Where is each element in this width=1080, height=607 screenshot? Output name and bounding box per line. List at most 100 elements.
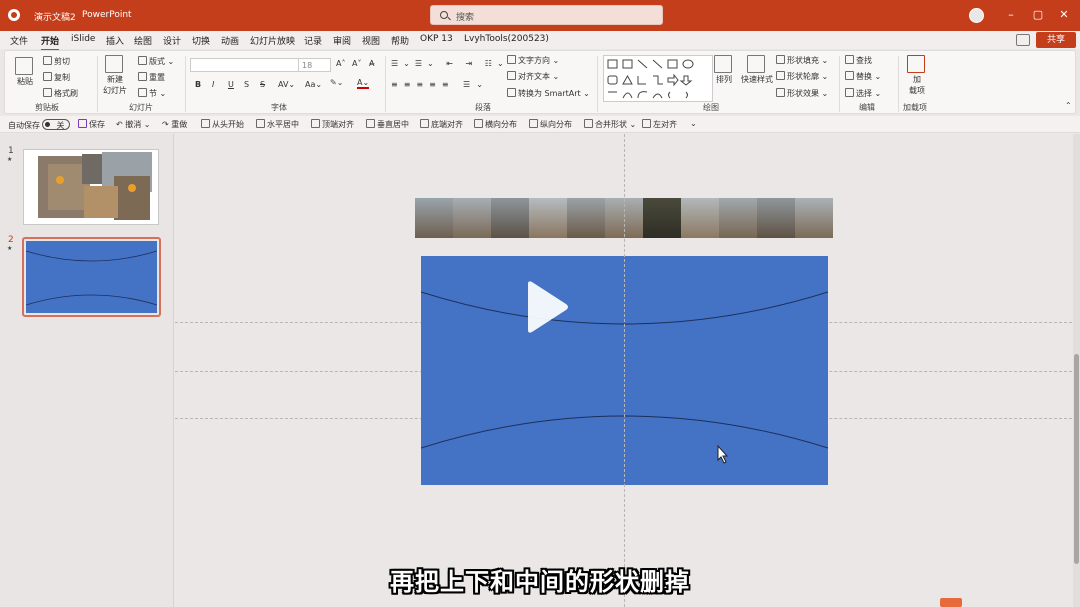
font-color-icon[interactable]: A⌄: [357, 78, 370, 89]
video-subtitle: 再把上下和中间的形状删掉: [390, 568, 690, 596]
shape-effects-button[interactable]: 形状效果 ⌄: [776, 88, 828, 99]
arrange-button[interactable]: 排列: [714, 55, 734, 85]
customize-qat-icon[interactable]: ⌄: [690, 119, 697, 128]
bottom-align-button[interactable]: 底端对齐: [420, 119, 463, 130]
group-label-addins: 加载项: [903, 103, 927, 112]
tab-animations[interactable]: 动画: [221, 34, 239, 47]
minimize-button[interactable]: –: [1004, 8, 1018, 22]
cut-button[interactable]: 剪切: [43, 56, 70, 67]
tab-record[interactable]: 记录: [304, 34, 322, 47]
align-icons[interactable]: ≡≡≡≡≡ ☰⌄: [391, 80, 489, 89]
outline-icon: [776, 71, 785, 80]
tab-design[interactable]: 设计: [163, 34, 181, 47]
paste-button[interactable]: 粘贴: [15, 57, 35, 87]
tab-lvyhtools[interactable]: LvyhTools(200523): [464, 34, 549, 44]
bold-button[interactable]: B: [195, 80, 201, 89]
h-distribute-button[interactable]: 横向分布: [474, 119, 517, 130]
quick-styles-button[interactable]: 快速样式: [741, 55, 773, 85]
italic-button[interactable]: I: [212, 80, 214, 89]
tab-review[interactable]: 审阅: [333, 34, 351, 47]
group-label-clipboard: 剪贴板: [35, 103, 59, 112]
v-center-button[interactable]: 垂直居中: [366, 119, 409, 130]
tab-insert[interactable]: 插入: [106, 34, 124, 47]
select-button[interactable]: 选择 ⌄: [845, 88, 881, 99]
user-avatar[interactable]: [969, 8, 984, 23]
change-case-icon[interactable]: Aa⌄: [305, 80, 322, 89]
maximize-button[interactable]: ▢: [1031, 8, 1045, 22]
decrease-font-icon[interactable]: A˅: [352, 59, 361, 68]
addins-button[interactable]: 加载项: [907, 55, 927, 96]
smartart-button[interactable]: 转换为 SmartArt ⌄: [507, 88, 590, 99]
share-button[interactable]: 共享: [1036, 32, 1076, 48]
toggle-switch-icon: [42, 119, 70, 130]
tab-transitions[interactable]: 切换: [192, 34, 210, 47]
vertical-scrollbar[interactable]: [1073, 134, 1080, 607]
strikethrough-button[interactable]: S: [260, 80, 265, 89]
copy-button[interactable]: 复制: [43, 72, 70, 83]
shadow-button[interactable]: S: [244, 80, 249, 89]
quick-access-toolbar: 自动保存 关 保存 ↶ 撤消 ⌄ ↷ 重做 从头开始 水平居中 顶端对齐 垂直居…: [0, 116, 1080, 133]
clear-format-icon[interactable]: A̶: [369, 59, 374, 68]
title-bar: 演示文稿2 PowerPoint 搜索 – ▢ ✕: [0, 0, 1080, 31]
effects-icon: [776, 88, 785, 97]
h-center-button[interactable]: 水平居中: [256, 119, 299, 130]
merge-shapes-button[interactable]: 合并形状 ⌄: [584, 119, 636, 130]
search-box[interactable]: 搜索: [430, 5, 663, 25]
slide-star-icon: ★: [7, 245, 13, 252]
text-direction-button[interactable]: 文字方向 ⌄: [507, 55, 559, 66]
tab-view[interactable]: 视图: [362, 34, 380, 47]
ribbon-divider: [385, 56, 386, 112]
collapse-ribbon-icon[interactable]: ⌃: [1065, 101, 1072, 110]
slide-number-1: 1: [8, 146, 14, 156]
layout-button[interactable]: 版式 ⌄: [138, 56, 174, 67]
quick-styles-icon: [747, 55, 765, 73]
list-icons[interactable]: ☰⌄☰⌄ ⇤ ⇥ ☷⌄: [391, 59, 509, 68]
tab-slideshow[interactable]: 幻灯片放映: [250, 34, 295, 47]
shapes-gallery-icons: [607, 59, 694, 99]
font-size-select[interactable]: 18: [298, 58, 331, 72]
format-painter-button[interactable]: 格式刷: [43, 88, 78, 99]
left-align-icon: [642, 119, 651, 128]
highlight-icon[interactable]: ✎⌄: [330, 78, 343, 87]
play-icon[interactable]: [524, 280, 570, 334]
tab-home[interactable]: 开始: [41, 34, 60, 51]
replace-button[interactable]: 替换 ⌄: [845, 71, 881, 82]
increase-font-icon[interactable]: A˄: [336, 59, 345, 68]
shapes-gallery[interactable]: [603, 55, 713, 102]
ribbon-divider: [97, 56, 98, 112]
save-icon: [78, 119, 87, 128]
select-icon: [845, 88, 854, 97]
font-family-select[interactable]: [190, 58, 299, 72]
v-distribute-button[interactable]: 纵向分布: [529, 119, 572, 130]
tab-islide[interactable]: iSlide: [71, 34, 95, 44]
shape-fill-button[interactable]: 形状填充 ⌄: [776, 55, 828, 66]
shape-outline-button[interactable]: 形状轮廓 ⌄: [776, 71, 828, 82]
autosave-toggle[interactable]: 自动保存 关: [8, 119, 70, 131]
slide-thumbnail-1[interactable]: [23, 149, 159, 225]
layout-icon: [138, 56, 147, 65]
comments-icon[interactable]: [1016, 34, 1030, 46]
redo-button[interactable]: ↷ 重做: [162, 119, 187, 130]
undo-button[interactable]: ↶ 撤消 ⌄: [116, 119, 151, 130]
from-start-button[interactable]: 从头开始: [201, 119, 244, 130]
save-button[interactable]: 保存: [78, 119, 105, 130]
top-align-button[interactable]: 顶端对齐: [311, 119, 354, 130]
tab-file[interactable]: 文件: [10, 34, 28, 47]
scrollbar-thumb[interactable]: [1074, 354, 1079, 564]
char-spacing-icon[interactable]: AV⌄: [278, 80, 295, 89]
tab-okp[interactable]: OKP 13: [420, 34, 453, 44]
slide-thumbnail-2-selected[interactable]: [22, 237, 161, 317]
align-text-button[interactable]: 对齐文本 ⌄: [507, 71, 559, 82]
underline-button[interactable]: U: [228, 80, 234, 89]
close-button[interactable]: ✕: [1057, 8, 1071, 22]
new-slide-button[interactable]: 新建 幻灯片: [103, 55, 127, 96]
tab-draw[interactable]: 绘图: [134, 34, 152, 47]
find-button[interactable]: 查找: [845, 55, 872, 66]
tab-help[interactable]: 帮助: [391, 34, 409, 47]
left-align-button[interactable]: 左对齐: [642, 119, 677, 130]
reset-button[interactable]: 重置: [138, 72, 165, 83]
paste-icon: [15, 57, 33, 75]
group-label-paragraph: 段落: [475, 103, 491, 112]
section-button[interactable]: 节 ⌄: [138, 88, 166, 99]
menu-bar: 文件 开始 iSlide 插入 绘图 设计 切换 动画 幻灯片放映 记录 审阅 …: [0, 31, 1080, 51]
